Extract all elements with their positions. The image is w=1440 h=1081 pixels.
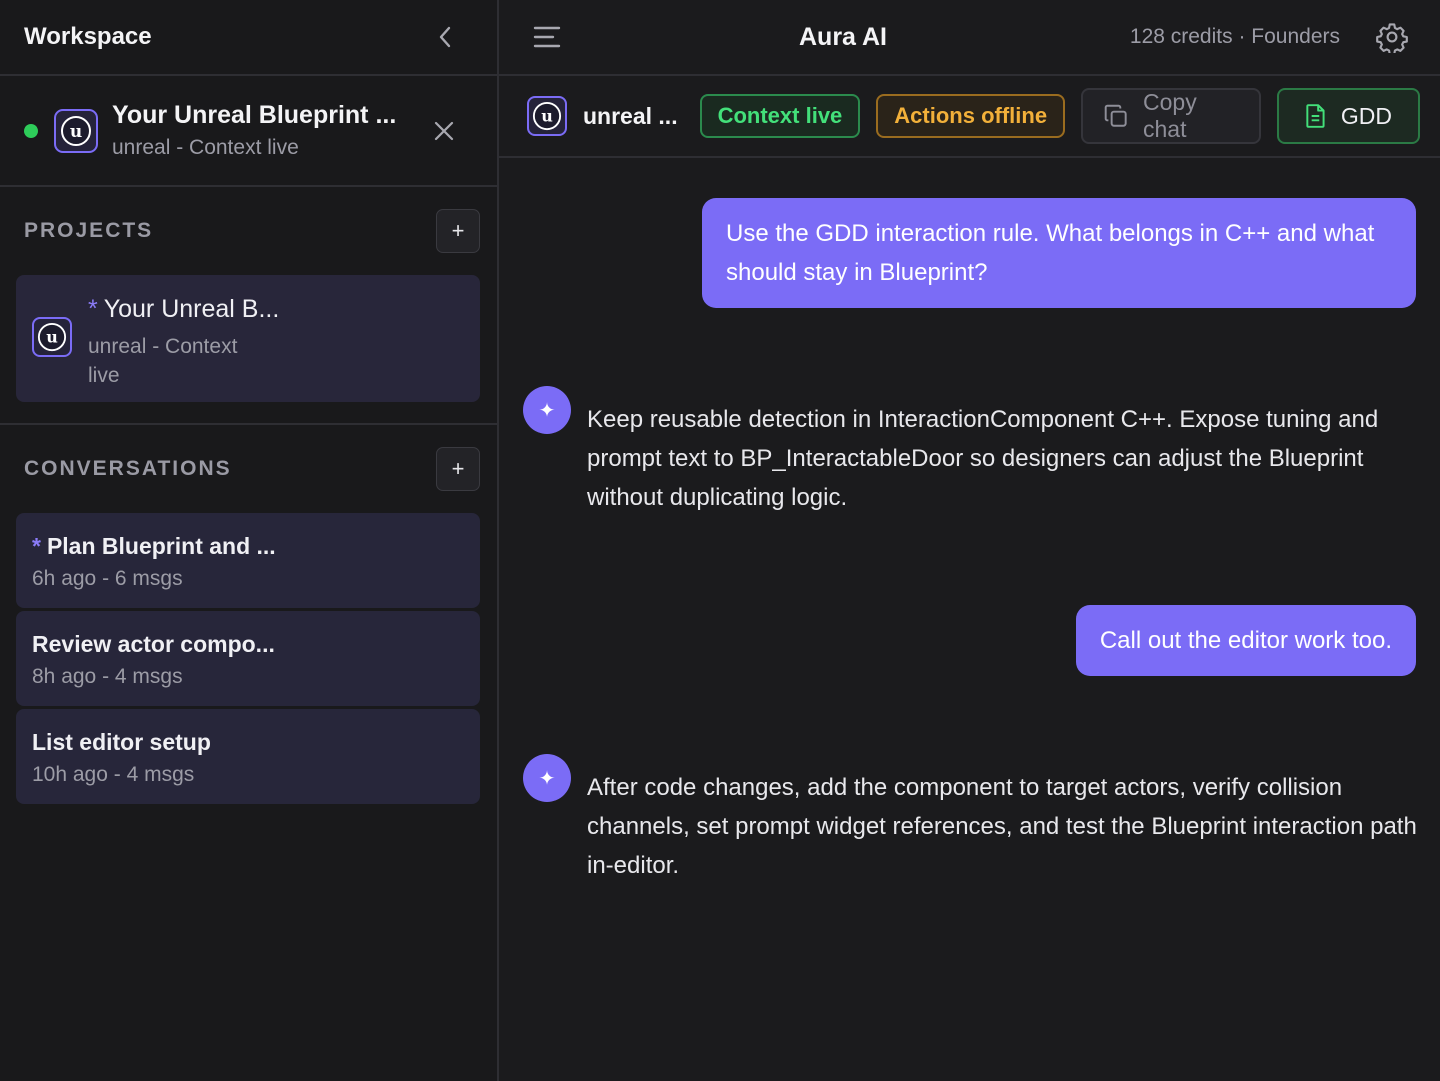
conversation-title-text: Plan Blueprint and ... [46, 533, 276, 559]
project-subtitle: unreal - Context live [88, 335, 238, 387]
actions-offline-badge: Actions offline [876, 94, 1066, 138]
conversation-title: * Plan Blueprint and ... [32, 533, 464, 560]
sidebar-title: Workspace [24, 23, 152, 50]
copy-icon [1104, 104, 1127, 127]
star-marker: * [88, 295, 98, 323]
copy-chat-button[interactable]: Copy chat [1081, 88, 1261, 144]
close-icon[interactable] [431, 118, 457, 144]
conversation-title: Review actor compo... [32, 631, 464, 658]
active-project-subtitle: unreal - Context live [112, 136, 299, 159]
conversation-title-text: Review actor compo... [32, 631, 275, 657]
conversation-meta: 6h ago - 6 msgs [32, 567, 183, 590]
conversations-section-header: CONVERSATIONS + [0, 425, 497, 513]
context-live-badge: Context live [699, 94, 861, 138]
top-bar: Aura AI 128 credits · Founders [499, 0, 1440, 76]
conversations-label: CONVERSATIONS [24, 457, 232, 480]
active-project-text: Your Unreal Blueprint ... unreal - Conte… [112, 101, 431, 160]
user-message: Call out the editor work too. [1075, 605, 1416, 676]
gdd-label: GDD [1340, 102, 1392, 129]
project-card[interactable]: u * Your Unreal B... unreal - Context liv… [16, 275, 480, 402]
conversation-title: List editor setup [32, 729, 464, 756]
app-root: Workspace u Your Unreal Blueprint ... un… [0, 0, 1440, 1081]
gdd-button[interactable]: GDD [1276, 88, 1420, 144]
chat-area: Use the GDD interaction rule. What belon… [499, 158, 1440, 1081]
copy-chat-label: Copy chat [1143, 89, 1197, 142]
context-bar: u unreal ... Context live Actions offlin… [499, 76, 1440, 158]
sidebar: Workspace u Your Unreal Blueprint ... un… [0, 0, 499, 1081]
chevron-left-icon[interactable] [433, 25, 457, 49]
conversation-item[interactable]: * Plan Blueprint and ... 6h ago - 6 msgs [16, 513, 480, 608]
document-icon [1306, 104, 1325, 128]
svg-text:u: u [46, 328, 58, 347]
menu-icon[interactable] [533, 25, 561, 49]
sparkle-icon: ✦ [523, 754, 571, 802]
conversation-meta: 8h ago - 4 msgs [32, 665, 183, 688]
star-marker: * [32, 533, 41, 559]
svg-text:u: u [541, 107, 553, 126]
conversation-item[interactable]: List editor setup 10h ago - 4 msgs [16, 709, 480, 804]
projects-section-header: PROJECTS + [0, 187, 497, 275]
status-dot [24, 123, 38, 138]
conversation-meta: 10h ago - 4 msgs [32, 763, 195, 786]
unreal-logo-icon: u [527, 96, 567, 136]
assistant-message-text: Keep reusable detection in InteractionCo… [587, 406, 1379, 511]
context-project-name: unreal ... [583, 102, 678, 129]
projects-label: PROJECTS [24, 219, 154, 242]
main-panel: Aura AI 128 credits · Founders u unreal … [499, 0, 1440, 1081]
assistant-message-text: After code changes, add the component to… [587, 774, 1417, 879]
active-project-name: Your Unreal Blueprint ... [112, 101, 397, 129]
unreal-logo-icon: u [54, 108, 98, 153]
conversation-item[interactable]: Review actor compo... 8h ago - 4 msgs [16, 611, 480, 706]
conversation-title-text: List editor setup [32, 729, 211, 755]
project-card-text: * Your Unreal B... unreal - Context live [88, 295, 279, 390]
add-conversation-button[interactable]: + [436, 447, 480, 491]
unreal-logo-icon: u [32, 317, 72, 357]
svg-text:u: u [70, 122, 82, 142]
assistant-message: ✦ After code changes, add the component … [523, 754, 1420, 885]
active-project[interactable]: u Your Unreal Blueprint ... unreal - Con… [0, 76, 497, 187]
conversation-list: * Plan Blueprint and ... 6h ago - 6 msgs … [0, 513, 497, 804]
add-project-button[interactable]: + [436, 209, 480, 253]
sidebar-header: Workspace [0, 0, 497, 76]
sparkle-icon: ✦ [523, 386, 571, 434]
credits-label: 128 credits · Founders [1129, 25, 1340, 48]
user-message: Use the GDD interaction rule. What belon… [702, 198, 1416, 308]
gear-icon[interactable] [1376, 21, 1408, 56]
app-title: Aura AI [799, 22, 887, 51]
project-name-text: Your Unreal B... [103, 295, 280, 323]
assistant-message: ✦ Keep reusable detection in Interaction… [523, 386, 1420, 517]
project-name: * Your Unreal B... [88, 295, 279, 324]
